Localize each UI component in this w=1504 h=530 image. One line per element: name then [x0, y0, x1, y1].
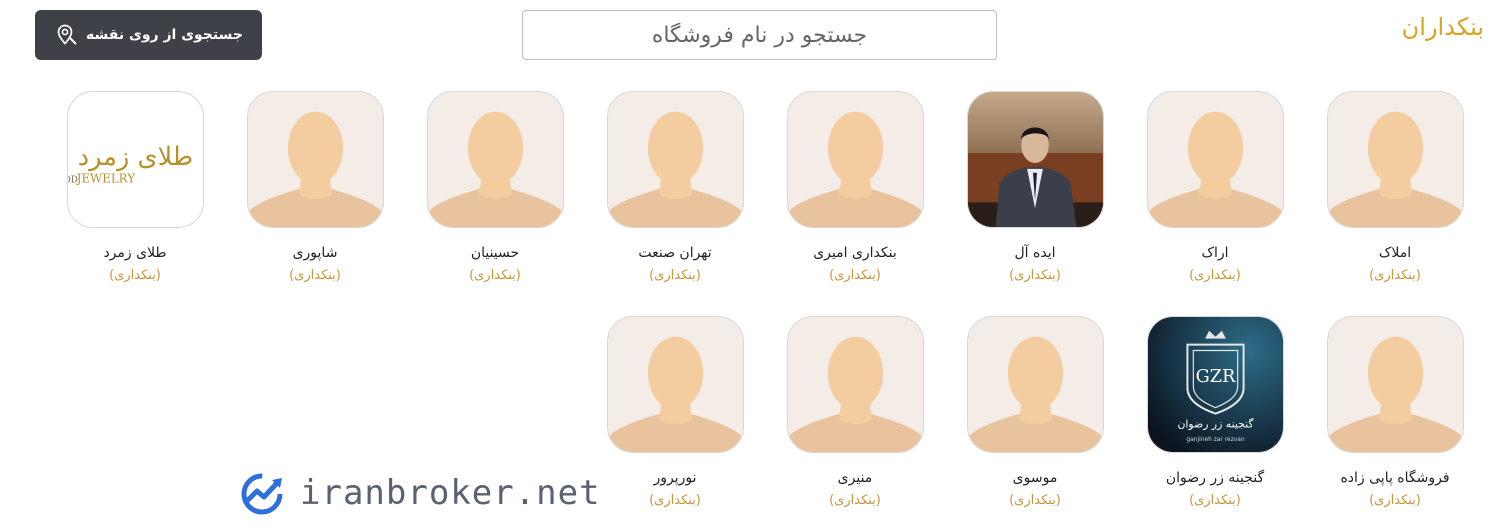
store-card[interactable]: GZR گنجینه زر رضوان ganjineh zar rezvan گنج…	[1146, 316, 1284, 508]
store-search-box[interactable]	[522, 10, 997, 60]
store-name[interactable]: طلای زمرد	[66, 245, 204, 261]
store-card[interactable]: شاپوری (بنکداری)	[246, 91, 384, 283]
default-avatar-icon[interactable]	[967, 316, 1104, 453]
store-card[interactable]: اراک (بنکداری)	[1146, 91, 1284, 283]
default-avatar-icon[interactable]	[787, 316, 924, 453]
default-avatar-icon[interactable]	[1327, 316, 1464, 453]
default-avatar-icon[interactable]	[607, 316, 744, 453]
store-card[interactable]: منیری (بنکداری)	[786, 316, 924, 508]
store-card[interactable]: ایده آل (بنکداری)	[966, 91, 1104, 283]
store-category: (بنکداری)	[829, 268, 881, 283]
default-avatar-icon[interactable]	[1327, 91, 1464, 228]
ganjineh-zar-logo[interactable]: GZR گنجینه زر رضوان ganjineh zar rezvan	[1147, 316, 1284, 453]
store-card[interactable]: طلای زمردZOMORODJEWELRYطلای زمرد(بنکداری…	[66, 91, 204, 283]
svg-text:GZR: GZR	[1196, 367, 1236, 387]
store-category: (بنکداری)	[469, 268, 521, 283]
store-category: (بنکداری)	[1009, 493, 1061, 508]
store-name[interactable]: گنجینه زر رضوان	[1146, 470, 1284, 486]
watermark: iranbroker.net	[238, 470, 601, 516]
store-name[interactable]: منیری	[786, 470, 924, 486]
store-category: (بنکداری)	[1369, 268, 1421, 283]
zomorod-jewelry-logo[interactable]: طلای زمردZOMORODJEWELRY	[67, 91, 204, 228]
store-card[interactable]: نورپرور (بنکداری)	[606, 316, 744, 508]
store-category: (بنکداری)	[1189, 493, 1241, 508]
store-category: (بنکداری)	[289, 268, 341, 283]
default-avatar-icon[interactable]	[787, 91, 924, 228]
store-category: (بنکداری)	[1369, 493, 1421, 508]
store-name[interactable]: بنکداری امیری	[786, 245, 924, 261]
store-name[interactable]: املاک	[1326, 245, 1464, 261]
store-name[interactable]: ایده آل	[966, 245, 1104, 261]
store-category: (بنکداری)	[649, 268, 701, 283]
map-search-button[interactable]: جستجوی از روی نقشه	[35, 10, 262, 60]
store-card[interactable]: حسینیان (بنکداری)	[426, 91, 564, 283]
store-category: (بنکداری)	[649, 493, 701, 508]
svg-text:طلای زمرد: طلای زمرد	[78, 142, 193, 172]
default-avatar-icon[interactable]	[1147, 91, 1284, 228]
store-category: (بنکداری)	[1189, 268, 1241, 283]
store-card[interactable]: بنکداری امیری (بنکداری)	[786, 91, 924, 283]
store-card[interactable]: تهران صنعت (بنکداری)	[606, 91, 744, 283]
store-search-input[interactable]	[523, 11, 996, 59]
growth-chart-icon	[238, 470, 288, 516]
store-name[interactable]: اراک	[1146, 245, 1284, 261]
store-owner-photo[interactable]	[967, 91, 1104, 228]
svg-text:JEWELRY: JEWELRY	[76, 172, 135, 186]
default-avatar-icon[interactable]	[247, 91, 384, 228]
store-name[interactable]: شاپوری	[246, 245, 384, 261]
map-search-button-label: جستجوی از روی نقشه	[86, 27, 243, 43]
store-category: (بنکداری)	[1009, 268, 1061, 283]
store-name[interactable]: فروشگاه پاپی زاده	[1326, 470, 1464, 486]
store-category: (بنکداری)	[109, 268, 161, 283]
store-card[interactable]: موسوی (بنکداری)	[966, 316, 1104, 508]
default-avatar-icon[interactable]	[607, 91, 744, 228]
store-name[interactable]: تهران صنعت	[606, 245, 744, 261]
store-card[interactable]: فروشگاه پاپی زاده (بنکداری)	[1326, 316, 1464, 508]
svg-text:ganjineh zar rezvan: ganjineh zar rezvan	[1186, 437, 1245, 443]
map-pin-search-icon	[54, 23, 78, 47]
store-card[interactable]: املاک (بنکداری)	[1326, 91, 1464, 283]
store-name[interactable]: موسوی	[966, 470, 1104, 486]
store-category: (بنکداری)	[829, 493, 881, 508]
page-title: بنکداران	[1401, 13, 1484, 41]
watermark-text: iranbroker.net	[300, 473, 601, 513]
store-name[interactable]: حسینیان	[426, 245, 564, 261]
store-name[interactable]: نورپرور	[606, 470, 744, 486]
default-avatar-icon[interactable]	[427, 91, 564, 228]
svg-text:گنجینه زر رضوان: گنجینه زر رضوان	[1177, 417, 1254, 430]
